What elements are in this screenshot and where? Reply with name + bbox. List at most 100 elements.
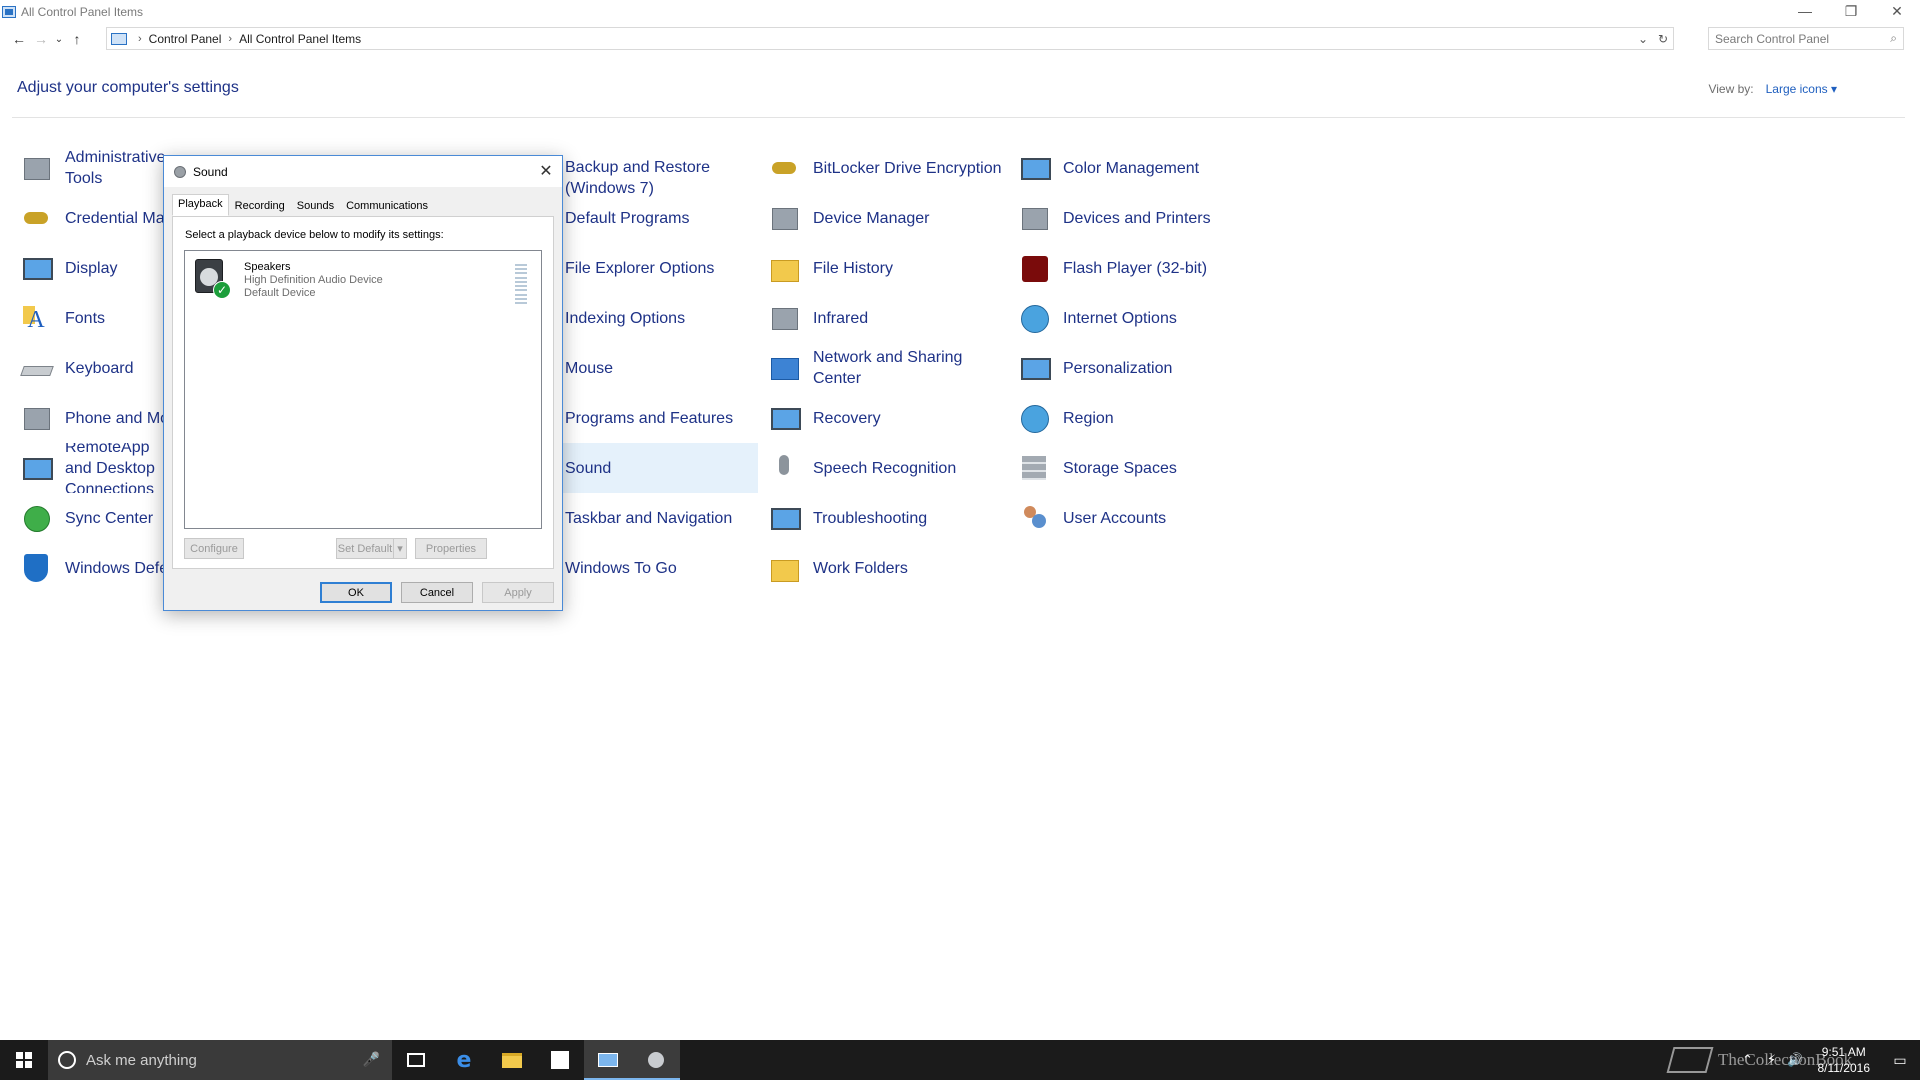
sound-dialog: Sound ✕ Playback Recording Sounds Commun…	[163, 155, 563, 611]
store-icon	[551, 1051, 569, 1069]
item-label: File History	[813, 259, 894, 277]
item-label: Fonts	[65, 309, 106, 327]
item-infrared[interactable]: Infrared	[768, 293, 868, 343]
recent-locations-chevron-icon[interactable]: ⌄	[52, 27, 66, 51]
sound-taskbar-button[interactable]	[632, 1040, 680, 1080]
cancel-button[interactable]: Cancel	[401, 582, 473, 603]
set-default-dropdown-icon[interactable]: ▾	[393, 538, 407, 559]
item-work-folders[interactable]: Work Folders	[768, 543, 908, 593]
start-button[interactable]	[0, 1040, 48, 1080]
item-credential-manager[interactable]: Credential Manager	[20, 193, 170, 243]
forward-arrow-icon[interactable]: →	[30, 27, 52, 51]
item-user-accounts[interactable]: User Accounts	[1018, 493, 1166, 543]
device-list[interactable]: ✓ Speakers High Definition Audio Device …	[184, 250, 542, 529]
personalization-icon	[1018, 352, 1051, 384]
restore-button[interactable]: ❐	[1828, 0, 1874, 22]
item-internet-options[interactable]: Internet Options	[1018, 293, 1177, 343]
item-remoteapp[interactable]: RemoteApp and Desktop Connections	[20, 443, 168, 493]
item-label: Region	[1063, 409, 1114, 427]
address-dropdown-chevron-icon[interactable]: ⌄	[1633, 32, 1653, 46]
work-folders-icon	[768, 552, 800, 584]
item-administrative-tools[interactable]: Administrative Tools	[20, 143, 170, 193]
dialog-close-button[interactable]: ✕	[536, 161, 556, 181]
control-panel-taskbar-icon	[598, 1053, 618, 1067]
cortana-search-box[interactable]: Ask me anything 🎤	[48, 1040, 392, 1080]
ok-button[interactable]: OK	[320, 582, 392, 603]
up-arrow-icon[interactable]: ↑	[66, 27, 88, 51]
item-keyboard[interactable]: Keyboard	[20, 343, 134, 393]
store-button[interactable]	[536, 1040, 584, 1080]
item-troubleshooting[interactable]: Troubleshooting	[768, 493, 927, 543]
tab-sounds[interactable]: Sounds	[291, 196, 340, 216]
device-manager-icon	[768, 202, 800, 234]
back-arrow-icon[interactable]: ←	[8, 27, 30, 51]
microphone-icon[interactable]: 🎤	[363, 1051, 380, 1068]
item-devices-and-printers[interactable]: Devices and Printers	[1018, 193, 1211, 243]
file-explorer-button[interactable]	[488, 1040, 536, 1080]
properties-button[interactable]: Properties	[415, 538, 487, 559]
configure-button[interactable]: Configure	[184, 538, 244, 559]
tab-communications[interactable]: Communications	[340, 196, 434, 216]
watermark: TheCollectionBook	[1666, 1040, 1852, 1080]
item-speech-recognition[interactable]: Speech Recognition	[768, 443, 956, 493]
item-label: Devices and Printers	[1063, 209, 1211, 227]
windows-logo-icon	[16, 1052, 32, 1068]
region-icon	[1018, 402, 1050, 434]
item-file-history[interactable]: File History	[768, 243, 893, 293]
cortana-placeholder: Ask me anything	[86, 1051, 197, 1069]
item-label: Sync Center	[65, 509, 154, 527]
control-panel-small-icon	[111, 32, 127, 45]
window-controls: — ❐ ✕	[1782, 0, 1920, 22]
title-bar: All Control Panel Items — ❐ ✕	[0, 0, 1920, 23]
control-panel-taskbar-button[interactable]	[584, 1040, 632, 1080]
set-default-button[interactable]: Set Default	[336, 538, 394, 559]
item-label: Storage Spaces	[1063, 459, 1177, 477]
search-input[interactable]: Search Control Panel ⌕	[1708, 27, 1904, 50]
item-sync-center[interactable]: Sync Center	[20, 493, 153, 543]
item-label: Sound	[565, 459, 612, 477]
action-center-icon[interactable]: ▭	[1880, 1052, 1920, 1069]
item-personalization[interactable]: Personalization	[1018, 343, 1172, 393]
minimize-button[interactable]: —	[1782, 0, 1828, 22]
refresh-icon[interactable]: ↻	[1653, 32, 1673, 46]
item-network-and-sharing[interactable]: Network and Sharing Center	[768, 343, 1003, 393]
item-label: Phone and Modem	[65, 409, 170, 427]
firewall-icon	[20, 552, 52, 584]
search-icon[interactable]: ⌕	[1890, 31, 1897, 46]
close-button[interactable]: ✕	[1874, 0, 1920, 22]
item-recovery[interactable]: Recovery	[768, 393, 881, 443]
volume-meter	[515, 264, 527, 304]
address-bar[interactable]: › Control Panel › All Control Panel Item…	[106, 27, 1674, 50]
tab-playback[interactable]: Playback	[172, 194, 229, 216]
item-region[interactable]: Region	[1018, 393, 1114, 443]
book-icon	[1666, 1047, 1714, 1073]
item-label: Color Management	[1063, 159, 1200, 177]
item-phone-and-modem[interactable]: Phone and Modem	[20, 393, 170, 443]
edge-button[interactable]: e	[440, 1040, 488, 1080]
breadcrumb-control-panel[interactable]: Control Panel	[149, 32, 222, 46]
bitlocker-icon	[768, 152, 800, 184]
item-label: Work Folders	[813, 559, 908, 577]
item-storage-spaces[interactable]: Storage Spaces	[1018, 443, 1177, 493]
apply-button[interactable]: Apply	[482, 582, 554, 603]
speaker-icon	[174, 165, 186, 178]
item-device-manager[interactable]: Device Manager	[768, 193, 930, 243]
item-display[interactable]: Display	[20, 243, 117, 293]
internet-options-icon	[1018, 302, 1050, 334]
item-bitlocker[interactable]: BitLocker Drive Encryption	[768, 143, 1002, 193]
item-windows-defender[interactable]: Windows Defender Firewall	[20, 543, 168, 593]
item-label: Administrative Tools	[65, 149, 166, 187]
device-speakers[interactable]: ✓ Speakers High Definition Audio Device …	[191, 257, 536, 305]
sound-taskbar-icon	[648, 1052, 664, 1068]
item-color-management[interactable]: Color Management	[1018, 143, 1199, 193]
item-label: Windows Defender Firewall	[65, 559, 168, 577]
task-view-button[interactable]	[392, 1040, 440, 1080]
edge-icon: e	[456, 1047, 472, 1073]
view-by-dropdown[interactable]: Large icons ▾	[1766, 82, 1837, 96]
tab-recording[interactable]: Recording	[229, 196, 291, 216]
item-label: Mouse	[565, 359, 614, 377]
item-flash-player[interactable]: Flash Player (32-bit)	[1018, 243, 1207, 293]
item-label: Keyboard	[65, 359, 134, 377]
breadcrumb-all-items[interactable]: All Control Panel Items	[239, 32, 361, 46]
item-fonts[interactable]: A Fonts	[20, 293, 105, 343]
